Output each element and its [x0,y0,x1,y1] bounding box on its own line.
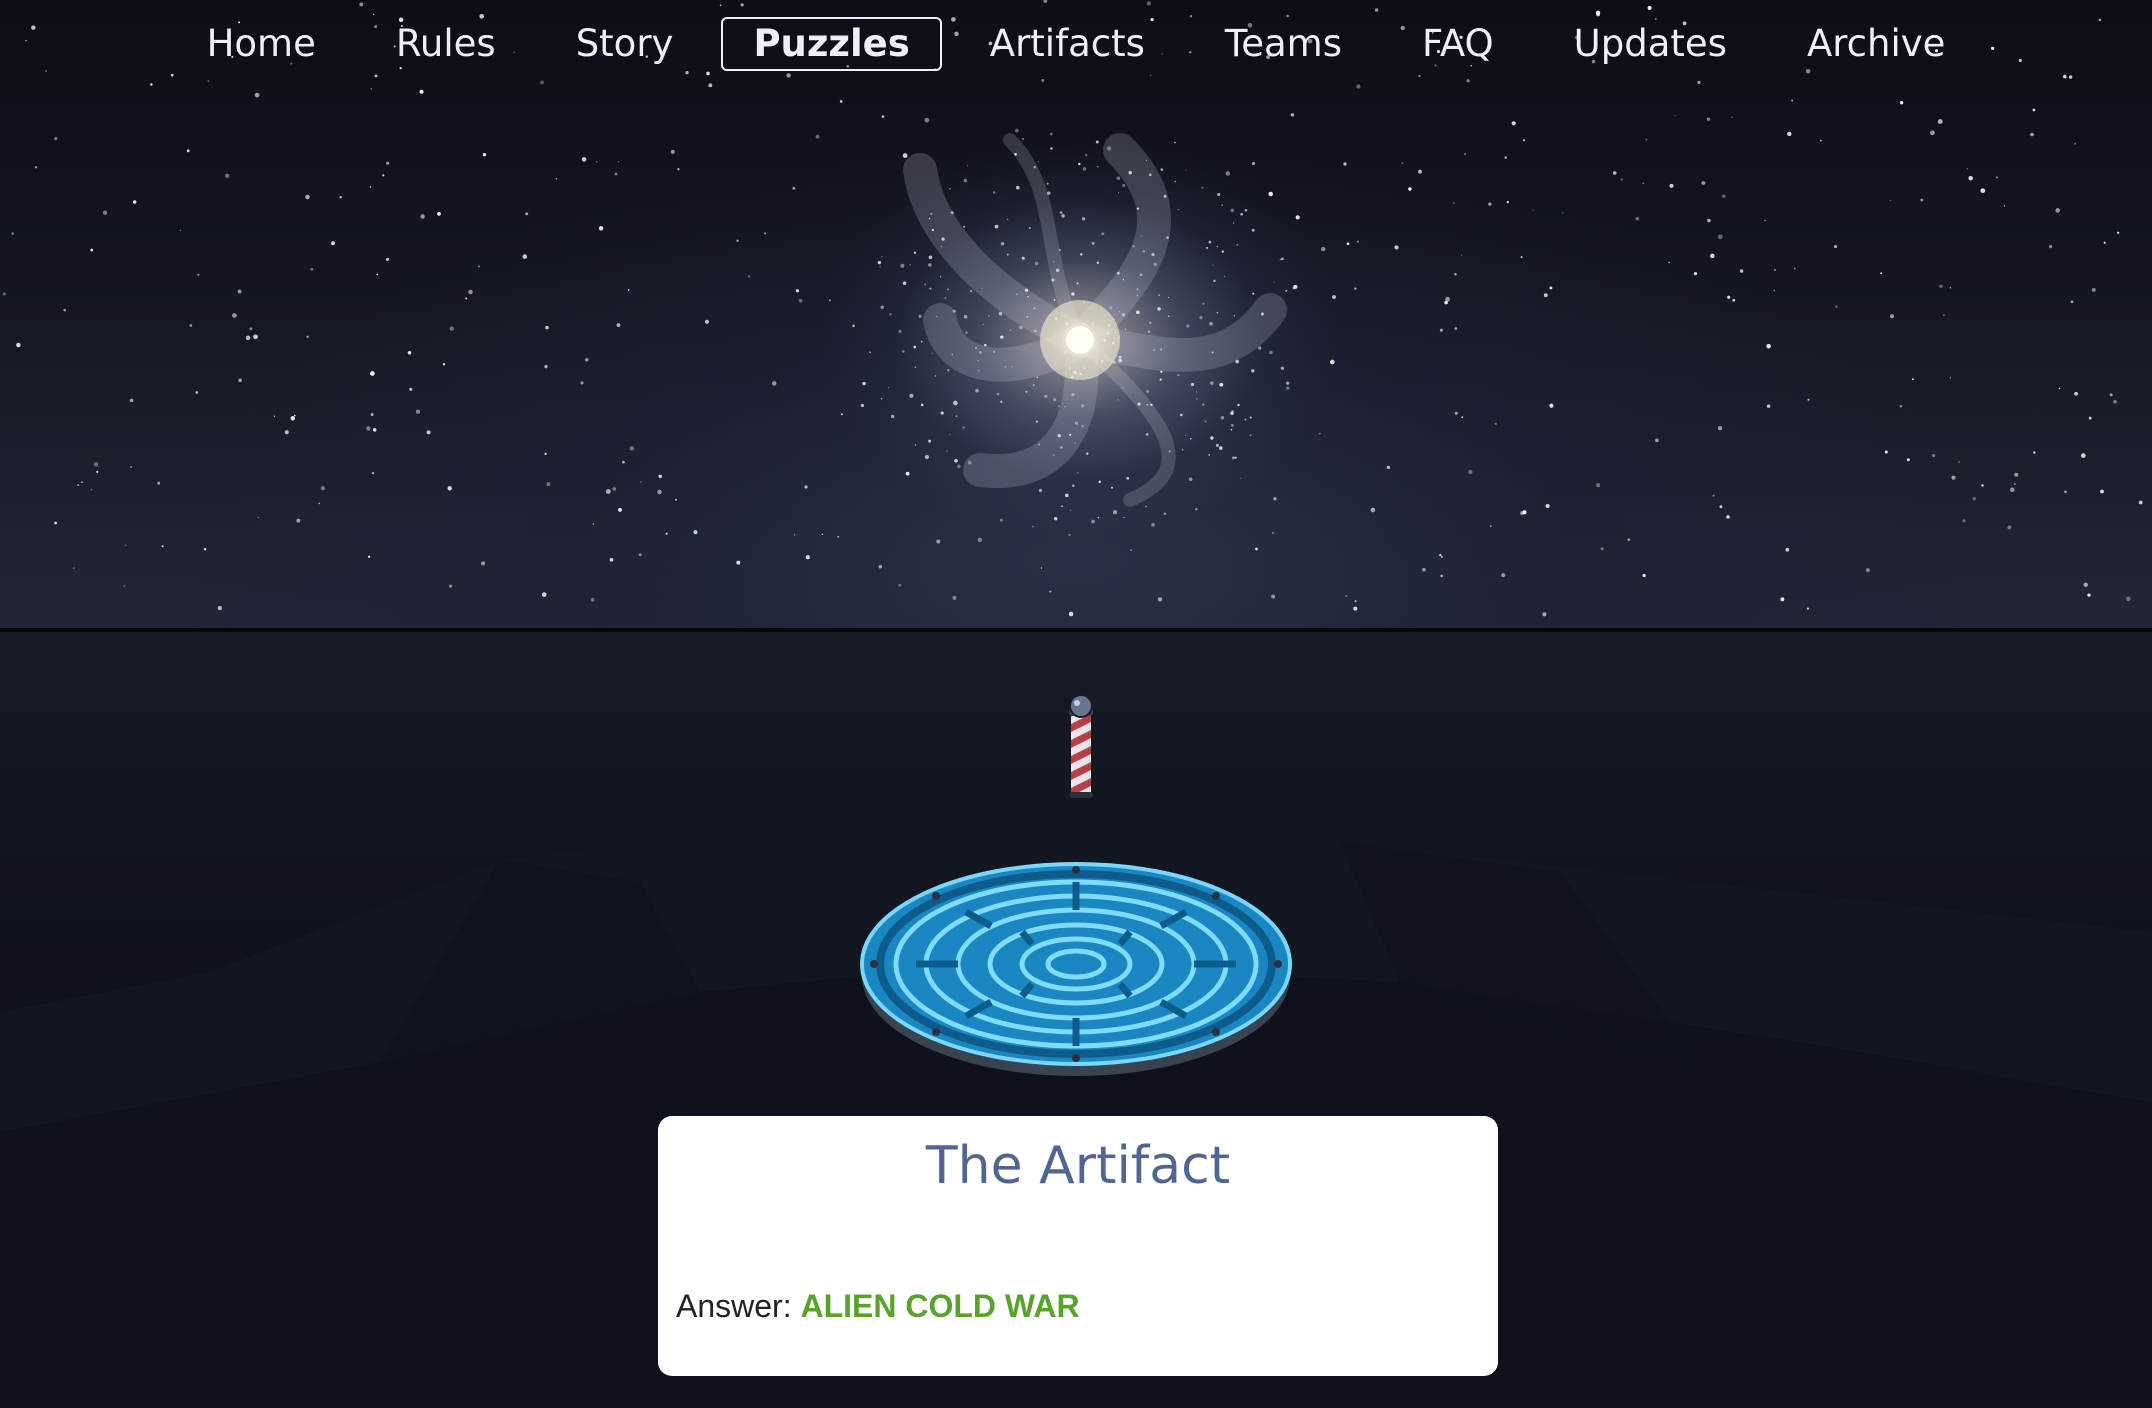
nav-updates[interactable]: Updates [1542,17,1759,71]
answer-line: Answer: ALIEN COLD WAR [676,1288,1080,1325]
main-nav: Home Rules Story Puzzles Artifacts Teams… [0,16,2152,72]
nav-home[interactable]: Home [175,17,348,71]
striped-pole-icon [1069,694,1093,798]
answer-value: ALIEN COLD WAR [800,1288,1080,1324]
nav-archive[interactable]: Archive [1775,17,1977,71]
artifact-card: The Artifact Answer: ALIEN COLD WAR [658,1116,1498,1376]
card-title: The Artifact [925,1136,1231,1196]
nav-faq[interactable]: FAQ [1390,17,1526,71]
maze-artifact-disc [860,862,1292,1076]
spiral-galaxy-image [903,133,1287,507]
nav-story[interactable]: Story [544,17,706,71]
answer-label: Answer: [676,1288,792,1324]
nav-artifacts[interactable]: Artifacts [958,17,1177,71]
nav-puzzles[interactable]: Puzzles [721,16,942,72]
nav-teams[interactable]: Teams [1193,17,1374,71]
nav-rules[interactable]: Rules [364,17,528,71]
